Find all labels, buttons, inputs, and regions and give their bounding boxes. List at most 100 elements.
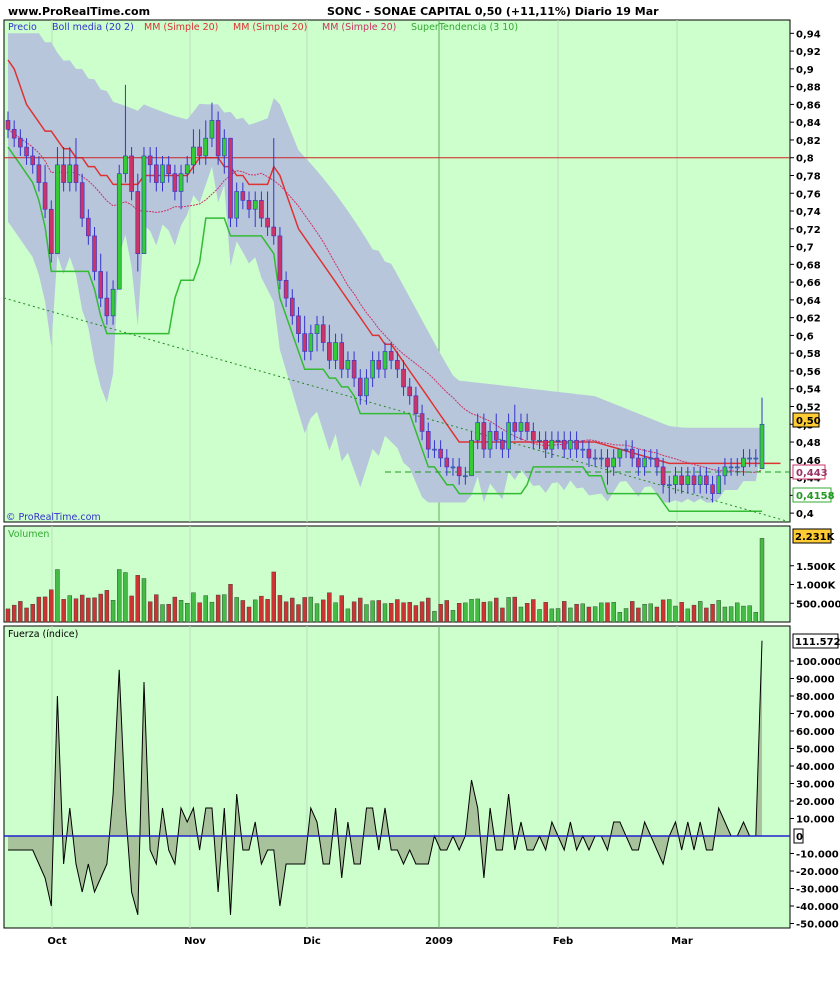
candle-body (277, 235, 283, 281)
volume-bar (512, 596, 517, 623)
candle-body (438, 448, 443, 459)
volume-bar (302, 597, 307, 623)
volume-bar (469, 599, 474, 623)
candle-body (493, 431, 499, 441)
volume-bar (419, 601, 425, 623)
candle-body (339, 342, 345, 370)
volume-bar (759, 538, 765, 623)
candle-body (30, 155, 36, 166)
candle-body (395, 359, 400, 370)
force-tick-label: 100.000 (796, 657, 840, 668)
candle-body (679, 475, 684, 485)
force-tick-label: 90.000 (796, 675, 835, 686)
volume-bar (246, 606, 252, 623)
candle-body (487, 431, 493, 450)
candle-body (463, 475, 468, 478)
price-tick-label: 0,76 (796, 189, 821, 200)
x-tick-label: Dic (303, 936, 321, 947)
candle-body (623, 448, 629, 451)
volume-bar (117, 569, 122, 623)
volume-bar (364, 604, 369, 623)
volume-bar (382, 603, 388, 623)
candle-body (636, 457, 641, 468)
price-tick-label: 0,84 (796, 118, 821, 129)
volume-bar (290, 597, 295, 623)
volume-bar (98, 593, 103, 623)
candle-body (586, 448, 592, 459)
candle-body (333, 342, 338, 361)
candle-body (555, 439, 561, 442)
volume-bar (30, 603, 35, 623)
volume-bar (123, 572, 128, 623)
legend-supertrend: SuperTendencia (3 10) (411, 22, 518, 33)
volume-bar (438, 603, 443, 623)
volume-bar (537, 609, 542, 623)
volume-bar (592, 606, 598, 623)
volume-bar (228, 584, 233, 623)
candle-body (592, 457, 598, 460)
volume-bar (308, 596, 314, 623)
volume-bar (259, 595, 264, 623)
candle-body (500, 439, 505, 450)
candle-body (388, 351, 394, 361)
price-tick-label: 0,78 (796, 171, 821, 182)
candle-body (252, 200, 258, 210)
volume-bar (154, 594, 159, 623)
candle-body (104, 297, 110, 317)
legend-boll: Boll media (20 2) (52, 22, 134, 33)
candle-body (654, 457, 660, 468)
price-tick-label: 0,6 (796, 331, 814, 342)
price-tick-label: 0,72 (796, 225, 821, 236)
volume-bar (728, 606, 734, 623)
candle-body (599, 457, 604, 460)
volume-bar (679, 602, 684, 623)
candle-body (135, 191, 141, 254)
candle-body (531, 431, 536, 441)
candle-body (61, 164, 66, 183)
volume-bar (426, 597, 431, 623)
volume-bar (166, 603, 171, 623)
volume-bar (320, 599, 326, 623)
candle-body (469, 439, 474, 477)
force-zero-tag: 0 (796, 832, 803, 843)
volume-bar (172, 596, 178, 623)
force-label: Fuerza (índice) (8, 629, 78, 640)
candle-body (697, 475, 703, 485)
candle-body (209, 120, 215, 139)
volume-bar (580, 603, 585, 623)
volume-bar (636, 607, 641, 623)
volume-bar (141, 578, 147, 623)
volume-bar (147, 601, 153, 623)
candle-body (215, 120, 221, 157)
price-tick-label: 0,62 (796, 314, 821, 325)
candle-body (456, 466, 462, 477)
candle-body (524, 422, 530, 432)
x-tick-label: Feb (553, 936, 573, 947)
volume-bar (327, 592, 332, 623)
candle-body (36, 164, 42, 183)
volume-bar (741, 605, 746, 623)
volume-bar (506, 597, 511, 623)
candle-body (704, 475, 709, 485)
price-tick-label: 0,94 (796, 29, 821, 40)
candle-body (432, 448, 437, 451)
supertrend-tag: 0,4158 (796, 491, 835, 502)
volume-bar (450, 610, 456, 623)
volume-panel: Volumen (3, 525, 791, 623)
candle-body (741, 457, 746, 468)
volume-bar (432, 611, 437, 623)
candle-body (685, 475, 691, 485)
candle-body (512, 422, 518, 432)
candle-body (605, 457, 610, 468)
candle-body (716, 475, 722, 494)
candle-body (79, 182, 85, 219)
candle-body (734, 466, 740, 469)
force-tick-label: 70.000 (796, 710, 835, 721)
volume-bar (67, 595, 73, 623)
candle-body (259, 200, 264, 219)
volume-bar (185, 603, 190, 623)
candle-body (382, 351, 388, 370)
candle-body (314, 324, 320, 334)
candle-body (234, 191, 239, 219)
candle-body (191, 146, 196, 166)
